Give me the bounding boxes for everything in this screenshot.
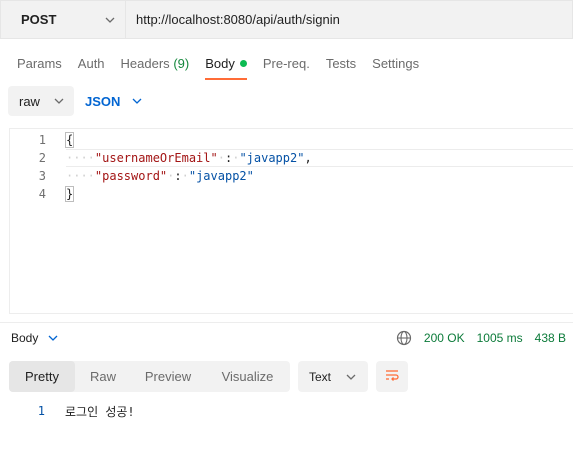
tab-label: Body	[205, 56, 235, 71]
tab-preview[interactable]: Preview	[131, 361, 205, 392]
editor-line: 3 ····"password"·:·"javapp2"	[10, 167, 573, 185]
editor-line: 4 }	[10, 185, 573, 203]
request-body-editor[interactable]: 1 { 2 ····"usernameOrEmail"·:·"javapp2",…	[9, 128, 573, 314]
body-language-select[interactable]: JSON	[85, 86, 142, 116]
request-tabs: Params Auth Headers (9) Body Pre-req. Te…	[0, 50, 435, 80]
json-colon: :	[174, 169, 182, 183]
tab-settings[interactable]: Settings	[372, 50, 419, 80]
body-language-label: JSON	[85, 93, 121, 109]
headers-count-badge: (9)	[173, 56, 190, 71]
request-url-bar: POST http://localhost:8080/api/auth/sign…	[0, 0, 573, 40]
tab-headers[interactable]: Headers (9)	[121, 50, 190, 80]
chevron-down-icon	[346, 372, 356, 382]
body-indicator-dot	[239, 60, 247, 67]
json-value: "javapp2"	[239, 151, 305, 165]
tab-params[interactable]: Params	[17, 50, 62, 80]
method-select[interactable]: POST	[0, 0, 125, 39]
chevron-down-icon	[54, 96, 64, 106]
response-status: 200 OK 1005 ms 438 B	[396, 323, 566, 353]
line-number: 4	[38, 187, 46, 201]
close-brace: }	[64, 186, 75, 202]
response-time[interactable]: 1005 ms	[477, 331, 523, 345]
response-body-text[interactable]: 로그인 성공!	[65, 403, 135, 420]
response-view-tabs: Pretty Raw Preview Visualize	[9, 361, 290, 392]
response-format-select[interactable]: Text	[298, 361, 368, 392]
method-label: POST	[21, 12, 57, 27]
tab-label: Settings	[372, 56, 420, 71]
url-input[interactable]: http://localhost:8080/api/auth/signin	[125, 0, 573, 39]
chevron-down-icon	[48, 333, 58, 343]
tab-pretty[interactable]: Pretty	[9, 361, 75, 392]
tab-tests[interactable]: Tests	[326, 50, 356, 80]
code-text: }	[64, 186, 75, 202]
tab-label: Headers	[120, 56, 170, 71]
line-number: 1	[37, 404, 45, 418]
tab-body[interactable]: Body	[205, 50, 247, 80]
response-section-select[interactable]: Body	[11, 331, 58, 345]
response-format-label: Text	[309, 369, 332, 384]
body-mode-select[interactable]: raw	[8, 86, 74, 116]
code-text: ····"usernameOrEmail"·:·"javapp2",	[66, 151, 312, 165]
body-type-row: raw JSON	[8, 86, 142, 116]
tab-auth[interactable]: Auth	[78, 50, 105, 80]
response-section-label: Body	[11, 330, 39, 345]
line-number: 3	[38, 169, 46, 183]
response-body-line: 1 로그인 성공!	[0, 402, 135, 420]
tab-label: Auth	[77, 56, 105, 71]
tab-label: Pre-req.	[262, 56, 310, 71]
code-text: {	[64, 132, 75, 148]
chevron-down-icon	[105, 15, 115, 25]
wrap-lines-button[interactable]	[376, 361, 408, 392]
json-key: "usernameOrEmail"	[94, 151, 218, 165]
line-number: 1	[38, 133, 46, 147]
json-value: "javapp2"	[188, 169, 254, 183]
tab-raw[interactable]: Raw	[75, 361, 131, 392]
globe-icon[interactable]	[396, 330, 412, 346]
open-brace: {	[64, 132, 75, 148]
editor-line: 2 ····"usernameOrEmail"·:·"javapp2",	[10, 149, 573, 167]
tab-pre-request[interactable]: Pre-req.	[263, 50, 310, 80]
response-size[interactable]: 438 B	[535, 331, 566, 345]
json-key: "password"	[94, 169, 168, 183]
tab-label: Tests	[325, 56, 357, 71]
response-header: Body 200 OK 1005 ms 438 B	[0, 322, 573, 352]
status-code[interactable]: 200 OK	[424, 331, 465, 345]
tab-label: Params	[17, 56, 62, 71]
tab-visualize[interactable]: Visualize	[205, 361, 290, 392]
chevron-down-icon	[132, 96, 142, 106]
wrap-lines-icon	[384, 367, 400, 386]
json-comma: ,	[304, 151, 312, 165]
line-number: 2	[38, 151, 46, 165]
editor-line: 1 {	[10, 131, 573, 149]
code-text: ····"password"·:·"javapp2"	[66, 169, 254, 183]
body-mode-label: raw	[19, 93, 40, 109]
